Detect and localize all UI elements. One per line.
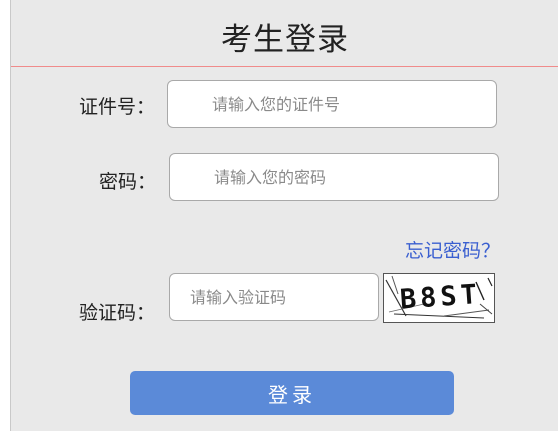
captcha-text: B8ST (399, 279, 482, 316)
password-label: 密码： (99, 171, 157, 193)
forgot-password-link[interactable]: 忘记密码？ (405, 236, 500, 263)
id-number-label: 证件号： (79, 96, 156, 118)
captcha-graphic: B8ST (384, 274, 494, 322)
captcha-image[interactable]: B8ST (383, 273, 495, 323)
captcha-input[interactable] (169, 273, 379, 321)
title-divider (11, 66, 558, 67)
captcha-label: 验证码： (79, 302, 156, 324)
password-input[interactable] (169, 153, 499, 201)
login-button[interactable]: 登录 (130, 371, 454, 415)
page-title: 考生登录 (221, 22, 349, 58)
id-number-input[interactable] (167, 80, 497, 128)
login-panel: 考生登录 证件号： 密码： 忘记密码？ 验证码： B8ST 登录 (10, 0, 558, 431)
